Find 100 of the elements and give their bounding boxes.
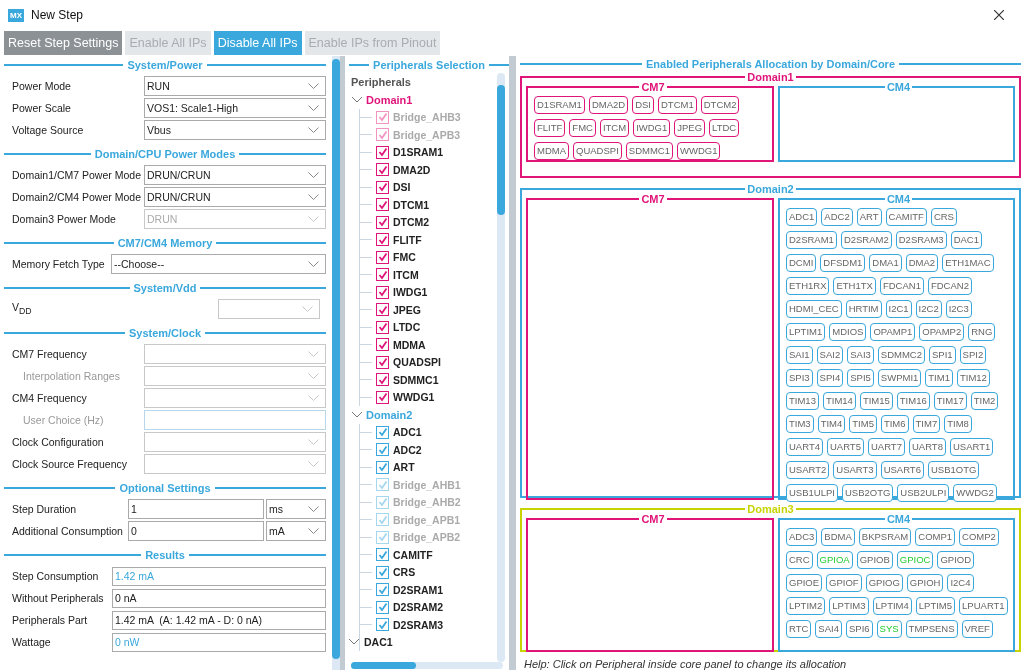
input-field[interactable]: 0 bbox=[128, 521, 264, 541]
tree-group-label[interactable]: Domain1 bbox=[366, 93, 413, 106]
peripheral-chip[interactable]: BDMA bbox=[821, 528, 855, 546]
peripheral-chip[interactable]: UART7 bbox=[867, 438, 905, 456]
tree-item-label[interactable]: QUADSPI bbox=[393, 356, 441, 369]
tree-item-label[interactable]: ART bbox=[393, 461, 415, 474]
peripheral-chip[interactable]: SPI4 bbox=[816, 369, 844, 387]
peripheral-chip[interactable]: OPAMP2 bbox=[919, 323, 965, 341]
peripheral-chip[interactable]: USART3 bbox=[833, 461, 877, 479]
peripheral-chip[interactable]: SPI3 bbox=[786, 369, 813, 387]
peripheral-chip[interactable]: RTC bbox=[786, 620, 812, 638]
peripheral-chip[interactable]: SAI3 bbox=[847, 346, 874, 364]
peripheral-chip[interactable]: DFSDM1 bbox=[820, 254, 866, 272]
peripheral-chip[interactable]: QUADSPI bbox=[573, 142, 622, 161]
peripheral-chip[interactable]: SPI5 bbox=[847, 369, 874, 387]
peripheral-chip[interactable]: GPIOB bbox=[856, 551, 893, 569]
peripheral-chip[interactable]: DTCM2 bbox=[700, 96, 740, 115]
peripheral-chip[interactable]: TIM6 bbox=[880, 415, 909, 433]
tree-item-label[interactable]: D2SRAM2 bbox=[393, 601, 444, 614]
tree-item-label[interactable]: D1SRAM1 bbox=[393, 146, 444, 159]
tree-item-label[interactable]: MDMA bbox=[393, 338, 426, 351]
scrollbar[interactable] bbox=[497, 73, 505, 662]
dropdown[interactable]: Vbus bbox=[144, 120, 326, 140]
peripheral-chip[interactable]: GPIOE bbox=[786, 574, 823, 592]
peripheral-chip[interactable]: UART4 bbox=[786, 438, 823, 456]
peripheral-chip[interactable]: VREF bbox=[961, 620, 993, 638]
peripheral-chip[interactable]: TIM1 bbox=[925, 369, 953, 387]
checkbox[interactable] bbox=[376, 565, 389, 579]
peripheral-chip[interactable]: LPTIM2 bbox=[786, 597, 826, 615]
peripheral-chip[interactable]: ETH1RX bbox=[786, 277, 830, 295]
checkbox[interactable] bbox=[376, 548, 389, 562]
peripheral-chip[interactable]: BKPSRAM bbox=[858, 528, 912, 546]
peripheral-chip[interactable]: COMP2 bbox=[959, 528, 999, 546]
peripheral-chip[interactable]: FDCAN1 bbox=[879, 277, 924, 295]
checkbox[interactable] bbox=[376, 355, 389, 369]
peripheral-chip[interactable]: IWDG1 bbox=[633, 119, 671, 138]
peripheral-chip[interactable]: UART5 bbox=[827, 438, 864, 456]
dropdown[interactable]: --Choose-- bbox=[111, 254, 326, 274]
tree-item-label[interactable]: ITCM bbox=[393, 268, 419, 281]
peripheral-chip[interactable]: TIM13 bbox=[786, 392, 819, 410]
peripheral-chip[interactable]: USART2 bbox=[786, 461, 830, 479]
peripheral-chip[interactable]: SAI2 bbox=[816, 346, 844, 364]
peripheral-chip[interactable]: USB1OTG bbox=[927, 461, 980, 479]
peripheral-chip[interactable]: USB1ULPI bbox=[786, 484, 838, 502]
peripheral-chip[interactable]: WWDG2 bbox=[953, 484, 997, 502]
tree-item-label[interactable]: WWDG1 bbox=[393, 391, 435, 404]
peripheral-chip[interactable]: TIM4 bbox=[817, 415, 846, 433]
checkbox[interactable] bbox=[376, 215, 389, 229]
tree-item-label[interactable]: DTCM1 bbox=[393, 198, 430, 211]
peripheral-chip[interactable]: DTCM1 bbox=[658, 96, 697, 115]
checkbox[interactable] bbox=[376, 198, 389, 212]
peripheral-chip[interactable]: CRC bbox=[786, 551, 813, 569]
peripheral-chip[interactable]: D2SRAM3 bbox=[895, 231, 947, 249]
checkbox[interactable] bbox=[376, 618, 389, 632]
peripheral-chip[interactable]: SPI1 bbox=[929, 346, 956, 364]
peripheral-chip[interactable]: DMA2D bbox=[588, 96, 629, 115]
peripheral-chip[interactable]: DSI bbox=[632, 96, 654, 115]
peripheral-chip[interactable]: LTDC bbox=[709, 119, 740, 138]
peripheral-chip[interactable]: LPUART1 bbox=[959, 597, 1008, 615]
peripheral-chip[interactable]: SAI4 bbox=[815, 620, 842, 638]
peripheral-chip[interactable]: SAI1 bbox=[786, 346, 813, 364]
peripheral-chip[interactable]: GPIOG bbox=[865, 574, 903, 592]
peripheral-chip[interactable]: ADC1 bbox=[786, 208, 818, 226]
peripheral-chip[interactable]: LPTIM4 bbox=[872, 597, 912, 615]
peripheral-chip[interactable]: TIM3 bbox=[786, 415, 814, 433]
peripheral-chip[interactable]: D2SRAM2 bbox=[840, 231, 892, 249]
peripheral-chip[interactable]: TIM8 bbox=[944, 415, 972, 433]
checkbox[interactable] bbox=[376, 320, 389, 334]
tree-item-label[interactable]: DSI bbox=[393, 181, 411, 194]
tree-item-label[interactable]: IWDG1 bbox=[393, 286, 428, 299]
checkbox[interactable] bbox=[376, 425, 389, 439]
peripheral-chip[interactable]: COMP1 bbox=[915, 528, 956, 546]
checkbox[interactable] bbox=[376, 285, 389, 299]
tree-item-label[interactable]: FLITF bbox=[393, 233, 422, 246]
peripheral-chip[interactable]: MDMA bbox=[534, 142, 570, 161]
peripheral-chip[interactable]: CRS bbox=[930, 208, 957, 226]
checkbox[interactable] bbox=[376, 338, 389, 352]
peripheral-chip[interactable]: LPTIM1 bbox=[786, 323, 826, 341]
peripheral-chip[interactable]: SDMMC1 bbox=[625, 142, 673, 161]
checkbox[interactable] bbox=[376, 303, 389, 317]
peripheral-chip[interactable]: I2C3 bbox=[945, 300, 972, 318]
peripheral-chip[interactable]: USB2OTG bbox=[841, 484, 894, 502]
dropdown[interactable]: RUN bbox=[144, 76, 326, 96]
checkbox[interactable] bbox=[376, 268, 389, 282]
peripheral-chip[interactable]: TIM14 bbox=[822, 392, 856, 410]
tree-item-label[interactable]: CAMITF bbox=[393, 548, 433, 561]
checkbox[interactable] bbox=[376, 233, 389, 247]
peripheral-chip[interactable]: ADC3 bbox=[786, 528, 818, 546]
peripheral-chip[interactable]: FDCAN2 bbox=[927, 277, 972, 295]
checkbox[interactable] bbox=[376, 180, 389, 194]
tree-item-label[interactable]: DMA2D bbox=[393, 163, 431, 176]
tree-item-label[interactable]: ADC2 bbox=[393, 443, 422, 456]
peripheral-chip[interactable]: TMPSENS bbox=[905, 620, 958, 638]
peripheral-chip[interactable]: DAC1 bbox=[950, 231, 982, 249]
peripheral-chip[interactable]: TIM17 bbox=[933, 392, 967, 410]
peripheral-chip[interactable]: FMC bbox=[569, 119, 596, 138]
peripheral-chip[interactable]: TIM5 bbox=[849, 415, 877, 433]
peripheral-chip[interactable]: SPI6 bbox=[845, 620, 873, 638]
checkbox[interactable] bbox=[376, 373, 389, 387]
peripheral-chip[interactable]: USART1 bbox=[949, 438, 994, 456]
